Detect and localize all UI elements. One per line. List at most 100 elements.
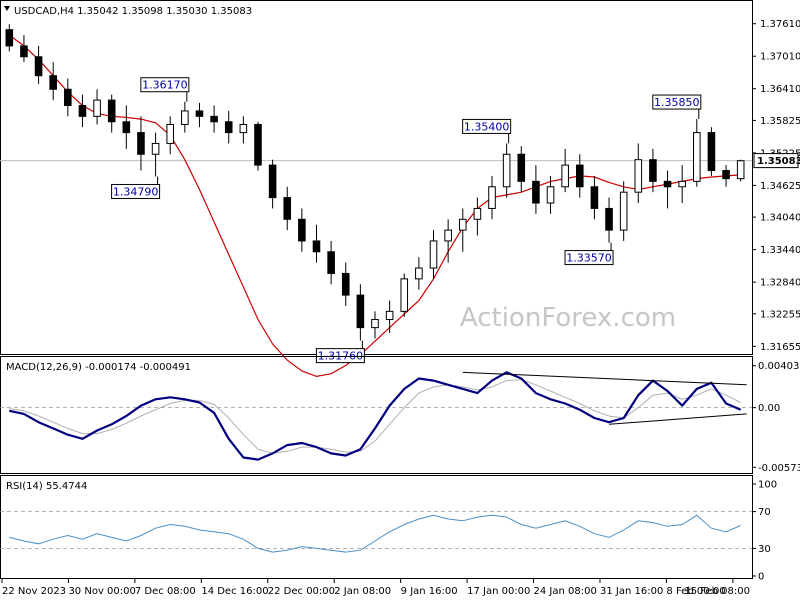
x-tick-label: 22 Dec 00:00: [268, 586, 335, 597]
candle: [107, 94, 116, 133]
candle: [283, 186, 292, 231]
price-tick-label: 1.36410: [760, 84, 800, 95]
candle: [561, 148, 569, 193]
candle: [327, 240, 335, 285]
chart-window: USDCAD,H4 1.35042 1.35098 1.35030 1.3508…: [0, 0, 800, 600]
candle: [488, 175, 496, 220]
price-tick-label: 1.32840: [760, 278, 800, 289]
candle-body: [34, 56, 43, 77]
candle: [590, 175, 599, 220]
candle-body: [78, 105, 87, 117]
candle: [64, 78, 72, 117]
candle-body: [678, 180, 686, 188]
candle: [517, 146, 526, 193]
candle: [268, 159, 277, 209]
candle: [429, 230, 438, 279]
candle: [195, 102, 204, 128]
candle-body: [151, 142, 160, 155]
candle: [93, 89, 101, 125]
macd-tick-label: 0.00: [758, 403, 780, 414]
candle-body: [385, 310, 394, 320]
candle-body: [473, 207, 482, 220]
dropdown-arrow-icon[interactable]: [4, 6, 10, 11]
x-axis: 22 Nov 2023 30 Nov 00:00 7 Dec 08:00 14 Dec…: [1, 579, 750, 597]
price-tick-label: 1.32255: [760, 309, 800, 320]
candle-body: [458, 218, 467, 231]
candle-body: [137, 132, 145, 155]
rsi-tick-label: 70: [758, 507, 771, 518]
candle: [341, 262, 350, 306]
candle-body: [546, 186, 555, 204]
candle-body: [722, 170, 730, 180]
candle: [137, 116, 145, 171]
callout-label: 1.33570: [566, 252, 612, 265]
candle-body: [107, 99, 116, 123]
callout-label: 1.35400: [464, 120, 510, 133]
rsi-pane-border: [0, 475, 753, 579]
candle-body: [532, 180, 540, 204]
candle-body: [517, 153, 526, 182]
candle-body: [429, 240, 438, 269]
candle-body: [605, 207, 613, 231]
candle-body: [590, 186, 599, 209]
candle: [166, 116, 175, 155]
candle-body: [312, 240, 321, 253]
price-tick-label: 1.31655: [760, 342, 800, 353]
candle-body: [561, 164, 569, 188]
x-tick-label: 14 Dec 16:00: [201, 586, 268, 597]
price-pane: USDCAD,H4 1.35042 1.35098 1.35030 1.3508…: [0, 0, 800, 378]
x-tick-label: 24 Jan 08:00: [534, 586, 597, 597]
candle: [693, 119, 701, 187]
callout-label: 1.35850: [654, 96, 700, 109]
rsi-pane: RSI(14) 55.4744 100 70 30 0: [0, 475, 777, 583]
candle-body: [268, 164, 277, 199]
candle-body: [20, 45, 28, 58]
candle: [649, 148, 657, 193]
candle: [663, 170, 672, 209]
rsi-line: [9, 514, 741, 553]
candle-body: [502, 153, 511, 188]
candle: [356, 284, 365, 341]
candle-body: [371, 318, 379, 329]
candle: [181, 101, 189, 133]
price-tick-label: 1.33440: [760, 245, 800, 256]
candle: [736, 159, 745, 182]
price-callout: 1.34790: [111, 176, 161, 199]
candle-body: [634, 159, 643, 193]
candle: [619, 181, 628, 241]
signal-line: [9, 379, 741, 454]
candle: [78, 94, 87, 128]
price-tick-label: 1.34625: [760, 181, 800, 192]
macd-pane: MACD(12,26,9) -0.000174 -0.000491 0.0040…: [0, 356, 800, 474]
candle: [312, 224, 321, 263]
x-tick-label: 17 Jan 00:00: [467, 586, 530, 597]
candle: [722, 165, 730, 187]
candle: [122, 105, 131, 149]
candle-body: [736, 160, 745, 180]
candle: [502, 143, 511, 198]
candle: [298, 208, 306, 252]
price-callout: 1.33570: [564, 242, 614, 266]
candle: [210, 105, 218, 133]
x-tick-label: 22 Nov 2023: [2, 586, 66, 597]
candle: [239, 116, 248, 144]
candle-body: [239, 123, 248, 134]
candle: [707, 127, 716, 176]
candle-body: [93, 99, 101, 117]
candle: [678, 165, 686, 204]
candle-body: [210, 115, 218, 123]
candle: [385, 300, 394, 334]
candle: [532, 165, 540, 214]
x-tick-label: 7 Dec 08:00: [135, 586, 196, 597]
callout-label: 1.36170: [142, 79, 188, 92]
candle-body: [341, 272, 350, 296]
macd-pane-border: [0, 356, 753, 474]
candle: [49, 62, 57, 101]
candle: [254, 121, 262, 171]
macd-tick-label: 0.004038: [758, 361, 800, 372]
candle-body: [444, 229, 452, 242]
candle-body: [224, 121, 233, 134]
x-tick-label: 15 Feb 08:00: [684, 586, 750, 597]
candle: [605, 197, 613, 243]
candle-body: [122, 121, 131, 134]
